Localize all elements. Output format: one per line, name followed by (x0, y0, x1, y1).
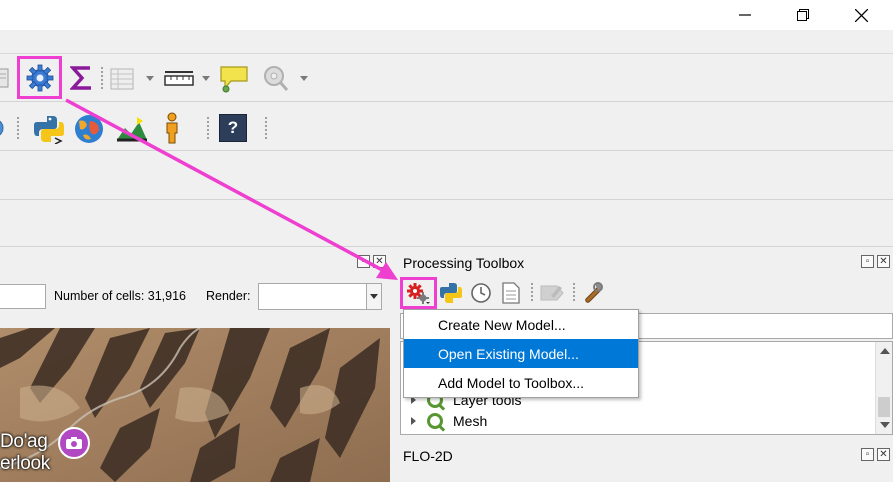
render-select[interactable] (258, 283, 382, 310)
highlight-box-processing (17, 56, 62, 99)
measure-dropdown[interactable] (202, 76, 210, 81)
map-label: Do'ag (0, 431, 48, 452)
options-button[interactable] (580, 281, 606, 305)
highlight-box-models (400, 277, 437, 309)
processing-toolbox-title: Processing Toolbox (403, 255, 525, 271)
tree-item-label: Mesh (453, 413, 488, 429)
close-panel-icon[interactable]: ✕ (877, 448, 890, 461)
empty-toolbar-row-2 (0, 201, 893, 247)
title-bar (0, 0, 893, 30)
annotation-button[interactable] (218, 64, 250, 94)
toolbar-grip[interactable] (16, 116, 20, 140)
scroll-thumb[interactable] (878, 397, 890, 417)
document-icon (502, 282, 520, 304)
close-panel-icon[interactable]: ✕ (373, 255, 386, 268)
help-icon: ? (219, 114, 247, 142)
terrain-imagery (0, 328, 390, 482)
partial-tool-icon-2[interactable] (0, 116, 8, 140)
edit-features-button[interactable] (538, 281, 566, 305)
globe-button[interactable] (72, 113, 106, 145)
panel-splitter[interactable] (390, 248, 398, 482)
partial-tool-icon[interactable] (0, 66, 14, 90)
attribute-table-button[interactable] (108, 66, 136, 92)
chevron-down-icon[interactable] (366, 284, 381, 309)
scroll-up-icon[interactable] (880, 348, 890, 354)
python-console-button[interactable] (32, 113, 66, 145)
identify-dropdown[interactable] (300, 76, 308, 81)
tree-scrollbar[interactable] (875, 342, 892, 434)
float-icon[interactable]: ▫ (357, 255, 370, 268)
attribute-table-icon (110, 68, 134, 90)
map-panel-controls: ▫ ✕ (357, 255, 386, 268)
empty-toolbar-row (0, 152, 893, 200)
toolbar-grip[interactable] (264, 116, 268, 140)
identify-icon (264, 66, 289, 91)
statistics-button[interactable] (68, 64, 96, 92)
plugins-toolbar (0, 54, 893, 102)
clock-icon (471, 283, 491, 303)
expand-arrow-icon[interactable] (411, 417, 416, 425)
globe-icon (75, 115, 103, 143)
python-icon (440, 283, 462, 303)
close-icon (854, 8, 868, 22)
profile-button[interactable] (114, 113, 150, 145)
float-icon[interactable]: ▫ (861, 255, 874, 268)
toolbar-grip[interactable] (100, 66, 104, 90)
measure-button[interactable] (162, 66, 196, 92)
menu-item-add-model-to-toolbox[interactable]: Add Model to Toolbox... (404, 368, 638, 397)
dock-splitter[interactable] (398, 441, 893, 447)
map-label: erlook (0, 453, 50, 474)
menu-item-create-new-model[interactable]: Create New Model... (404, 310, 638, 339)
minimize-button[interactable] (722, 0, 768, 30)
restore-button[interactable] (780, 0, 826, 30)
close-panel-icon[interactable]: ✕ (877, 255, 890, 268)
map-value-input[interactable] (0, 284, 46, 309)
edit-features-icon (540, 285, 564, 301)
cells-count-label: Number of cells: 31,916 (54, 289, 187, 303)
identify-button[interactable] (260, 64, 294, 94)
annotation-icon (220, 66, 248, 93)
qgis-provider-icon (427, 413, 443, 429)
history-button[interactable] (468, 281, 494, 305)
tree-item-mesh[interactable]: Mesh (411, 411, 487, 431)
help-button[interactable]: ? (218, 113, 248, 143)
flo2d-panel-controls: ▫ ✕ (861, 448, 890, 461)
models-menu: Create New Model... Open Existing Model.… (403, 309, 639, 398)
render-label: Render: (206, 289, 251, 303)
wrench-icon (585, 282, 603, 303)
close-button[interactable] (838, 0, 884, 30)
person-button[interactable] (158, 111, 186, 145)
attribute-table-dropdown[interactable] (146, 76, 154, 81)
map-canvas[interactable] (0, 328, 390, 482)
minimize-icon (739, 14, 751, 16)
person-icon (166, 112, 178, 144)
toolbox-panel-controls: ▫ ✕ (861, 255, 890, 268)
measure-ruler-icon (164, 71, 194, 86)
python-scripts-button[interactable] (438, 281, 464, 305)
python-toolbar: ? (0, 103, 893, 151)
results-viewer-button[interactable] (498, 281, 524, 305)
float-icon[interactable]: ▫ (861, 448, 874, 461)
toolbar-grip[interactable] (530, 282, 534, 302)
menu-item-open-existing-model[interactable]: Open Existing Model... (404, 339, 638, 368)
flo2d-panel-title: FLO-2D (403, 448, 453, 464)
toolbar-grip[interactable] (572, 282, 576, 302)
profile-icon (117, 117, 147, 142)
python-console-icon (34, 116, 64, 144)
camera-poi-marker[interactable] (58, 427, 90, 459)
sigma-statistics-icon (70, 66, 91, 90)
camera-icon (66, 437, 82, 449)
toolbar-grip[interactable] (206, 116, 210, 140)
restore-icon (797, 9, 809, 21)
scroll-down-icon[interactable] (880, 422, 890, 428)
menu-strip (0, 30, 893, 54)
